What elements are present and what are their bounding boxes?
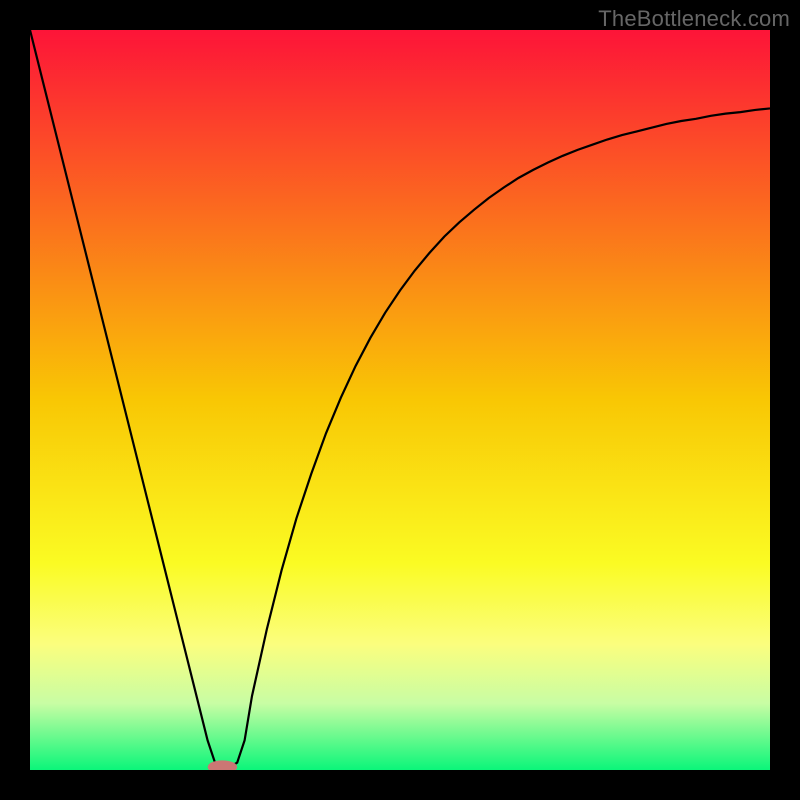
chart-svg: [30, 30, 770, 770]
chart-background: [30, 30, 770, 770]
chart-area: [30, 30, 770, 770]
chart-frame: TheBottleneck.com: [0, 0, 800, 800]
watermark-text: TheBottleneck.com: [598, 6, 790, 32]
